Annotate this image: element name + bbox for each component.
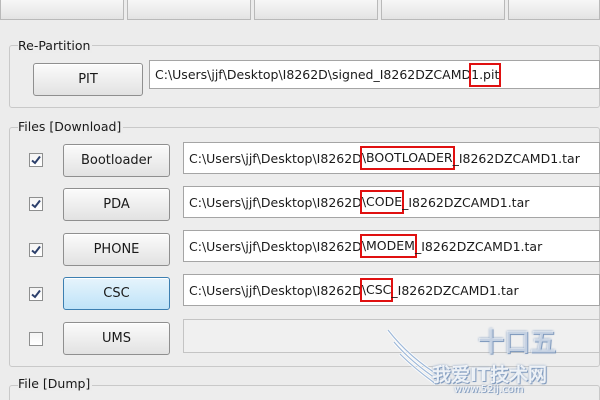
bootloader-path-field[interactable]: C:\Users\jjf\Desktop\I8262D \BOOTLOADER _I… [183, 142, 600, 174]
checkmark-icon [31, 199, 41, 209]
pit-path-prefix: C:\Users\jjf\Desktop\I8262D\signed_I8262… [155, 67, 472, 82]
csc-checkbox[interactable] [29, 287, 43, 301]
phone-path-highlight: \MODEM [359, 234, 417, 258]
phone-checkbox[interactable] [29, 243, 43, 257]
bootloader-path-highlight: \BOOTLOADER [359, 146, 455, 170]
csc-path-field[interactable]: C:\Users\jjf\Desktop\I8262D \CSC _I8262DZC… [183, 274, 600, 306]
ums-path-field[interactable] [183, 319, 600, 353]
pda-path-highlight: \CODE [359, 190, 405, 214]
bootloader-button[interactable]: Bootloader [63, 144, 170, 177]
pit-button[interactable]: PIT [33, 63, 143, 96]
checkmark-icon [31, 289, 41, 299]
ums-button[interactable]: UMS [63, 322, 170, 355]
phone-button[interactable]: PHONE [63, 233, 170, 266]
csc-button[interactable]: CSC [63, 277, 170, 310]
phone-path-field[interactable]: C:\Users\jjf\Desktop\I8262D \MODEM _I8262D… [183, 230, 600, 262]
top-tab-2[interactable] [127, 0, 251, 20]
ums-checkbox[interactable] [29, 332, 43, 346]
pda-path-suffix: _I8262DZCAMD1.tar [402, 194, 530, 210]
file-dump-title: File [Dump] [18, 376, 93, 391]
files-download-title: Files [Download] [18, 119, 124, 134]
bootloader-path-prefix: C:\Users\jjf\Desktop\I8262D [189, 150, 362, 166]
checkmark-icon [31, 155, 41, 165]
top-tab-1[interactable] [0, 0, 124, 20]
pda-path-prefix: C:\Users\jjf\Desktop\I8262D [189, 194, 362, 210]
csc-path-highlight: \CSC [359, 278, 394, 302]
checkmark-icon [31, 245, 41, 255]
file-dump-group [9, 385, 600, 400]
pda-checkbox[interactable] [29, 197, 43, 211]
top-tab-5[interactable] [508, 0, 600, 20]
pda-button[interactable]: PDA [63, 188, 170, 221]
bootloader-path-suffix: _I8262DZCAMD1.tar [452, 150, 580, 166]
csc-path-suffix: _I8262DZCAMD1.tar [391, 282, 519, 298]
csc-path-prefix: C:\Users\jjf\Desktop\I8262D [189, 282, 362, 298]
pit-path-field[interactable]: C:\Users\jjf\Desktop\I8262D\signed_I8262… [149, 60, 600, 89]
bootloader-checkbox[interactable] [29, 153, 43, 167]
phone-path-prefix: C:\Users\jjf\Desktop\I8262D [189, 238, 362, 254]
pda-path-field[interactable]: C:\Users\jjf\Desktop\I8262D \CODE _I8262DZ… [183, 186, 600, 218]
top-tab-4[interactable] [381, 0, 505, 20]
pit-path-highlight: 1.pit [469, 62, 502, 87]
top-tab-3[interactable] [254, 0, 378, 20]
phone-path-suffix: _I8262DZCAMD1.tar [414, 238, 543, 254]
repartition-title: Re-Partition [18, 38, 93, 53]
